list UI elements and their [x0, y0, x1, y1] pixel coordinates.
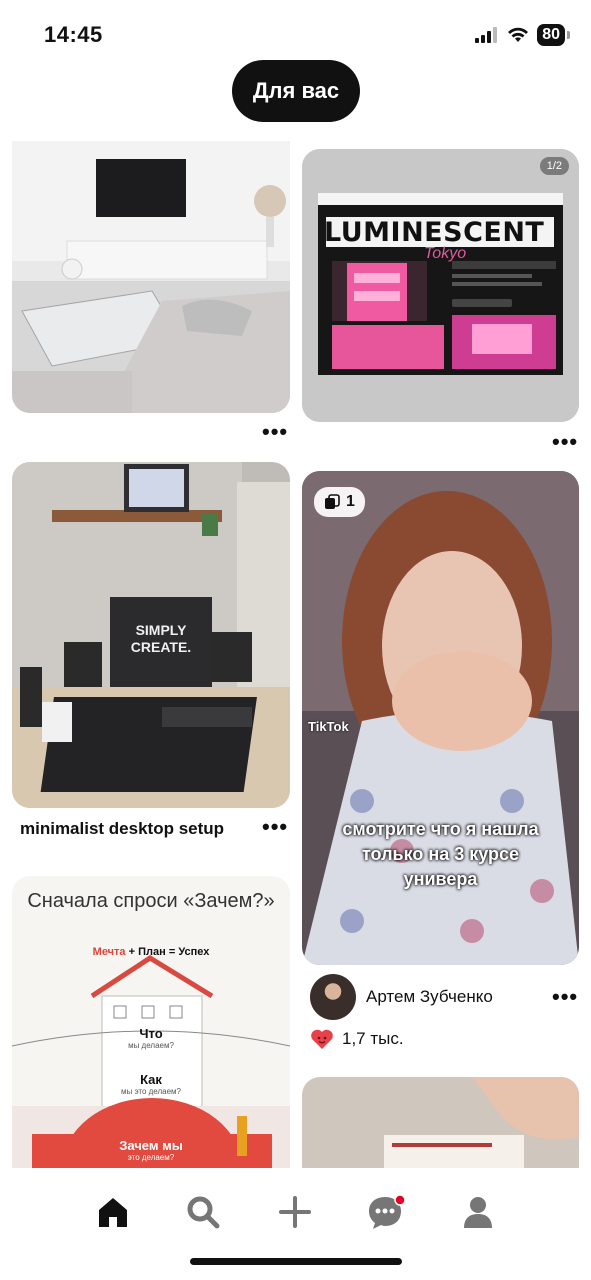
tab-for-you[interactable]: Для вас: [232, 60, 360, 122]
author-name[interactable]: Артем Зубченко: [366, 987, 493, 1007]
label-why-title: Зачем мы: [119, 1138, 183, 1153]
pin-living-room-image[interactable]: [12, 141, 290, 413]
plus-icon: [279, 1196, 311, 1228]
tiktok-watermark: TikTok: [308, 719, 349, 734]
monitor-screen-text: SIMPLY CREATE.: [130, 622, 192, 655]
heart-reaction-icon: [311, 1029, 333, 1049]
status-icons: 80: [475, 24, 570, 46]
chat-icon: [369, 1194, 406, 1229]
nav-profile[interactable]: [448, 1182, 508, 1242]
status-time: 14:45: [44, 22, 103, 47]
video-caption-line: универа: [403, 869, 478, 889]
luminescent-poster-illustration: [302, 149, 579, 422]
multi-image-badge: 1: [314, 487, 365, 517]
pin-desk-title[interactable]: minimalist desktop setup: [20, 819, 224, 839]
nav-create[interactable]: [265, 1182, 325, 1242]
nav-messages[interactable]: [357, 1182, 417, 1242]
pin-desk-image[interactable]: SIMPLY CREATE.: [12, 462, 290, 808]
page-count-badge: 1/2: [539, 157, 569, 175]
video-caption: смотрите что я нашла только на 3 курсе у…: [302, 817, 579, 892]
home-icon: [99, 1198, 127, 1227]
pin-infographic-image[interactable]: Сначала спроси «Зачем?» Мечта + План = У…: [12, 876, 290, 1168]
pin-hand-book-image[interactable]: [302, 1077, 579, 1168]
video-caption-line: смотрите что я нашла: [342, 819, 539, 839]
author-avatar[interactable]: [310, 974, 356, 1020]
label-what: Что мы делаем?: [12, 1026, 290, 1050]
battery-indicator: 80: [537, 24, 570, 46]
video-caption-line: только на 3 курсе: [361, 844, 520, 864]
pin-tiktok-reactions[interactable]: 1,7 тыс.: [310, 1028, 404, 1050]
pin-luminescent-more-button[interactable]: •••: [552, 431, 578, 453]
label-how-title: Как: [140, 1072, 162, 1087]
hand-book-illustration: [302, 1077, 579, 1168]
copy-icon: [325, 494, 340, 509]
pin-tiktok-more-button[interactable]: •••: [552, 986, 578, 1008]
profile-icon: [464, 1197, 492, 1228]
nav-home[interactable]: [83, 1182, 143, 1242]
label-how: Как мы это делаем?: [12, 1072, 290, 1096]
living-room-illustration: [12, 141, 290, 413]
pin-living-room-more-button[interactable]: •••: [262, 421, 288, 443]
multi-image-count: 1: [346, 493, 355, 510]
pin-luminescent-image[interactable]: LUMINESCENT Tokyo 1/2: [302, 149, 579, 422]
luminescent-script-text: Tokyo: [424, 245, 467, 262]
label-what-subtitle: мы делаем?: [128, 1041, 174, 1050]
house-diagram: [12, 955, 290, 1168]
label-how-subtitle: мы это делаем?: [121, 1087, 181, 1096]
label-what-title: Что: [139, 1026, 163, 1041]
label-why: Зачем мы это делаем?: [12, 1138, 290, 1162]
pin-desk-more-button[interactable]: •••: [262, 816, 288, 838]
wifi-icon: [508, 27, 529, 42]
search-icon: [187, 1196, 220, 1229]
luminescent-headline: LUMINESCENT: [324, 217, 545, 248]
home-indicator: [190, 1258, 402, 1265]
pin-tiktok-video[interactable]: 1 TikTok смотрите что я нашла только на …: [302, 471, 579, 965]
label-why-subtitle: это делаем?: [127, 1153, 175, 1162]
pin-tiktok-author-row[interactable]: Артем Зубченко: [310, 972, 582, 1022]
nav-search[interactable]: [173, 1182, 233, 1242]
cellular-signal-icon: [475, 27, 498, 43]
reaction-count: 1,7 тыс.: [342, 1029, 404, 1048]
